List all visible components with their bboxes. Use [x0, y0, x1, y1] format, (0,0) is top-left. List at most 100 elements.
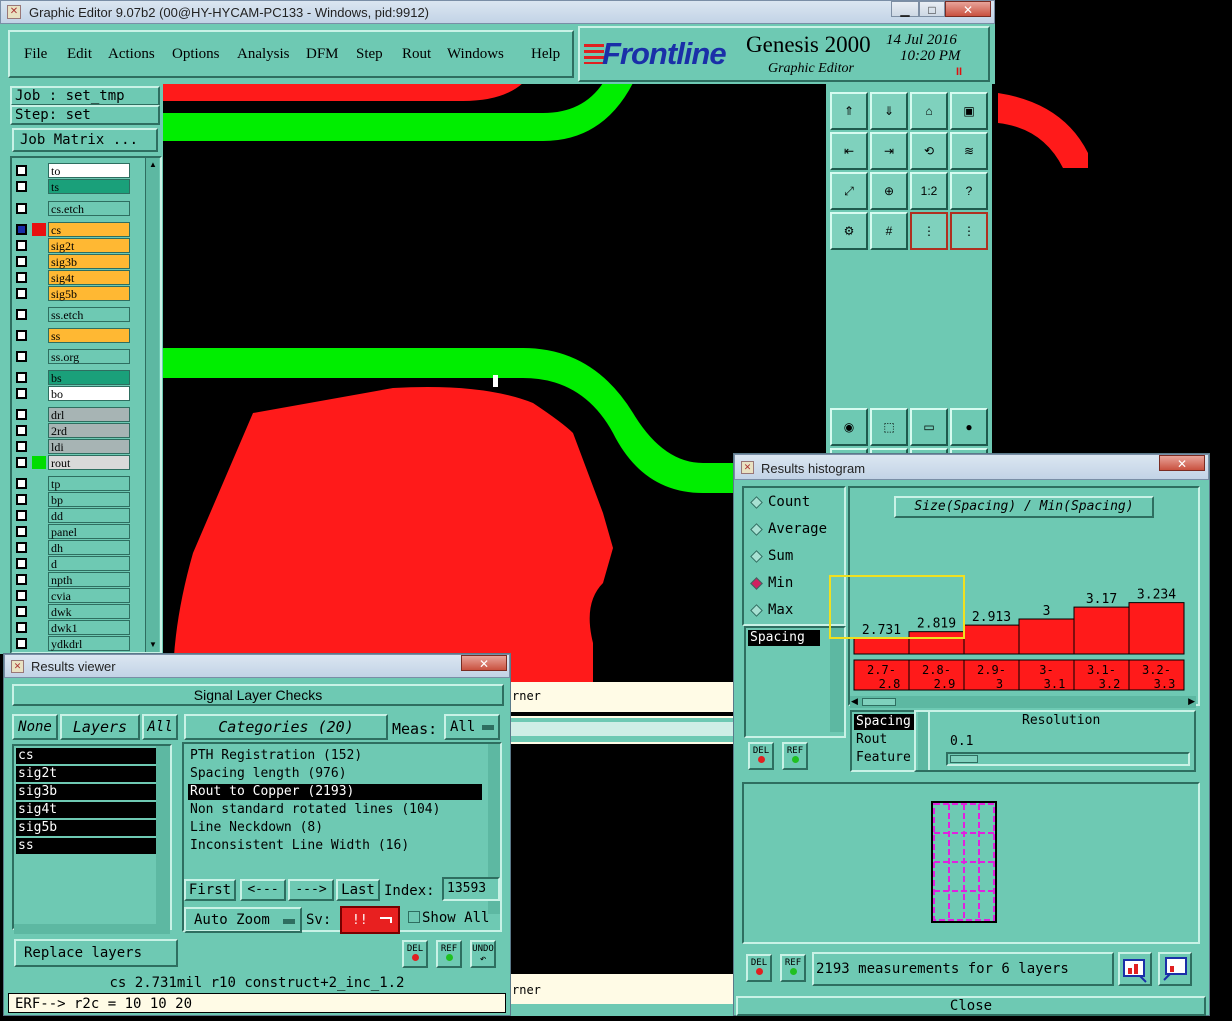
rv-close-button[interactable]: ✕	[461, 655, 507, 671]
layer-row[interactable]: ldi	[14, 439, 132, 454]
snap-icon[interactable]: ≋	[950, 132, 988, 170]
rv-layers-button[interactable]: Layers	[60, 714, 140, 740]
menu-actions[interactable]: Actions	[108, 46, 155, 63]
layer-row[interactable]: sig3b	[14, 254, 132, 269]
layer-checkbox[interactable]	[16, 574, 27, 585]
layer-list-scrollbar[interactable]: ▲ ▼	[145, 158, 159, 652]
menu-help[interactable]: Help	[531, 46, 560, 63]
radio-diamond-icon[interactable]	[750, 496, 763, 509]
top-view-icon[interactable]: ⇑	[830, 92, 868, 130]
hist-close-button[interactable]: ✕	[1159, 455, 1205, 471]
rv-none-button[interactable]: None	[12, 714, 58, 740]
layer-checkbox[interactable]	[16, 638, 27, 649]
save-view-icon[interactable]: ⇓	[870, 92, 908, 130]
first-button[interactable]: First	[184, 879, 236, 901]
layer-row[interactable]: to	[14, 163, 132, 178]
sort-item-rout[interactable]: Rout	[856, 732, 887, 747]
layer-row[interactable]: cs	[14, 222, 132, 237]
layer-checkbox[interactable]	[16, 388, 27, 399]
rv-layer-item[interactable]: sig4t	[16, 802, 158, 818]
replace-layers-button[interactable]: Replace layers	[14, 939, 178, 967]
layer-checkbox[interactable]	[16, 622, 27, 633]
chart-to-graphics-button[interactable]	[1118, 952, 1152, 986]
layer-row[interactable]: sig2t	[14, 238, 132, 253]
histogram-bar[interactable]	[853, 637, 910, 655]
layer-row[interactable]: 2rd	[14, 423, 132, 438]
hist-del-button[interactable]: DEL	[748, 742, 774, 770]
layer-row[interactable]: ss.org	[14, 349, 132, 364]
histogram-bar[interactable]	[1018, 618, 1075, 655]
scroll-down-icon[interactable]: ▼	[148, 640, 158, 650]
measure-link-2-icon[interactable]: ⋮	[950, 212, 988, 250]
graphics-to-chart-button[interactable]	[1158, 952, 1192, 986]
radio-diamond-icon[interactable]	[750, 604, 763, 617]
rv-del-button[interactable]: DEL	[402, 940, 428, 968]
chart-hscroll[interactable]: ◀ ▶	[850, 696, 1196, 708]
rv-layer-item[interactable]: sig5b	[16, 820, 158, 836]
rv-undo-button[interactable]: UNDO ↶	[470, 940, 496, 968]
pause-icon[interactable]: II	[956, 66, 962, 78]
radio-diamond-icon[interactable]	[750, 523, 763, 536]
layer-row[interactable]: npth	[14, 572, 132, 587]
sort-item-spacing[interactable]: Spacing	[854, 714, 916, 730]
last-button[interactable]: Last	[336, 879, 380, 901]
layer-row[interactable]: sig5b	[14, 286, 132, 301]
histogram-bar[interactable]	[963, 624, 1020, 655]
layer-checkbox[interactable]	[16, 590, 27, 601]
layer-checkbox[interactable]	[16, 478, 27, 489]
layer-checkbox[interactable]	[16, 272, 27, 283]
layer-checkbox[interactable]	[16, 425, 27, 436]
hist-del-button-2[interactable]: DEL	[746, 954, 772, 982]
hist-close-action[interactable]: Close	[736, 996, 1206, 1016]
layer-row[interactable]: ydkdrl	[14, 636, 132, 651]
layer-checkbox[interactable]	[16, 165, 27, 176]
layer-checkbox[interactable]	[16, 526, 27, 537]
hist-option-average[interactable]: Average	[748, 521, 844, 541]
feature-select-icon[interactable]: ◉	[830, 408, 868, 446]
layer-checkbox[interactable]	[16, 409, 27, 420]
layer-row[interactable]: bp	[14, 492, 132, 507]
minimize-button[interactable]: ▁	[891, 1, 919, 17]
rv-layer-scroll[interactable]	[156, 746, 170, 928]
rv-layer-item[interactable]: sig3b	[16, 784, 158, 800]
layer-checkbox[interactable]	[16, 309, 27, 320]
layer-row[interactable]: rout	[14, 455, 132, 470]
rv-all-button[interactable]: All	[142, 714, 178, 740]
layer-checkbox[interactable]	[16, 181, 27, 192]
pan-left-icon[interactable]: ⇤	[830, 132, 868, 170]
layer-row[interactable]: ts	[14, 179, 132, 194]
zoom-home-icon[interactable]: ⊕	[870, 172, 908, 210]
histogram-bar[interactable]	[1073, 606, 1130, 655]
layer-checkbox[interactable]	[16, 457, 27, 468]
rv-layer-hscroll[interactable]	[14, 924, 170, 934]
category-item[interactable]: Line Neckdown (8)	[188, 820, 482, 836]
layer-checkbox[interactable]	[16, 494, 27, 505]
layer-row[interactable]: dwk1	[14, 620, 132, 635]
layer-row[interactable]: d	[14, 556, 132, 571]
layer-checkbox[interactable]	[16, 351, 27, 362]
measure-item[interactable]: Spacing	[748, 630, 820, 646]
radio-diamond-icon[interactable]	[750, 550, 763, 563]
layer-checkbox[interactable]	[16, 441, 27, 452]
measure-list-scroll[interactable]	[830, 628, 844, 732]
tools-icon[interactable]: ⚙	[830, 212, 868, 250]
layer-color-swatch[interactable]	[32, 456, 46, 469]
sv-dropdown[interactable]: !!	[340, 906, 400, 934]
rv-layer-item[interactable]: sig2t	[16, 766, 158, 782]
zoom-fit-icon[interactable]: ⤢	[830, 172, 868, 210]
hist-ref-button-2[interactable]: REF	[780, 954, 806, 982]
category-item[interactable]: Rout to Copper (2193)	[188, 784, 482, 800]
job-matrix-button[interactable]: Job Matrix ...	[12, 128, 158, 152]
layer-row[interactable]: cvia	[14, 588, 132, 603]
pad-icon[interactable]: ●	[950, 408, 988, 446]
layer-row[interactable]: sig4t	[14, 270, 132, 285]
category-item[interactable]: Spacing length (976)	[188, 766, 482, 782]
help-icon[interactable]: ?	[950, 172, 988, 210]
menu-analysis[interactable]: Analysis	[237, 46, 290, 63]
index-input[interactable]: 13593	[442, 877, 500, 901]
layer-checkbox[interactable]	[16, 542, 27, 553]
resolution-slider[interactable]	[946, 752, 1190, 766]
menu-options[interactable]: Options	[172, 46, 220, 63]
menu-windows[interactable]: Windows	[447, 46, 504, 63]
layer-row[interactable]: tp	[14, 476, 132, 491]
